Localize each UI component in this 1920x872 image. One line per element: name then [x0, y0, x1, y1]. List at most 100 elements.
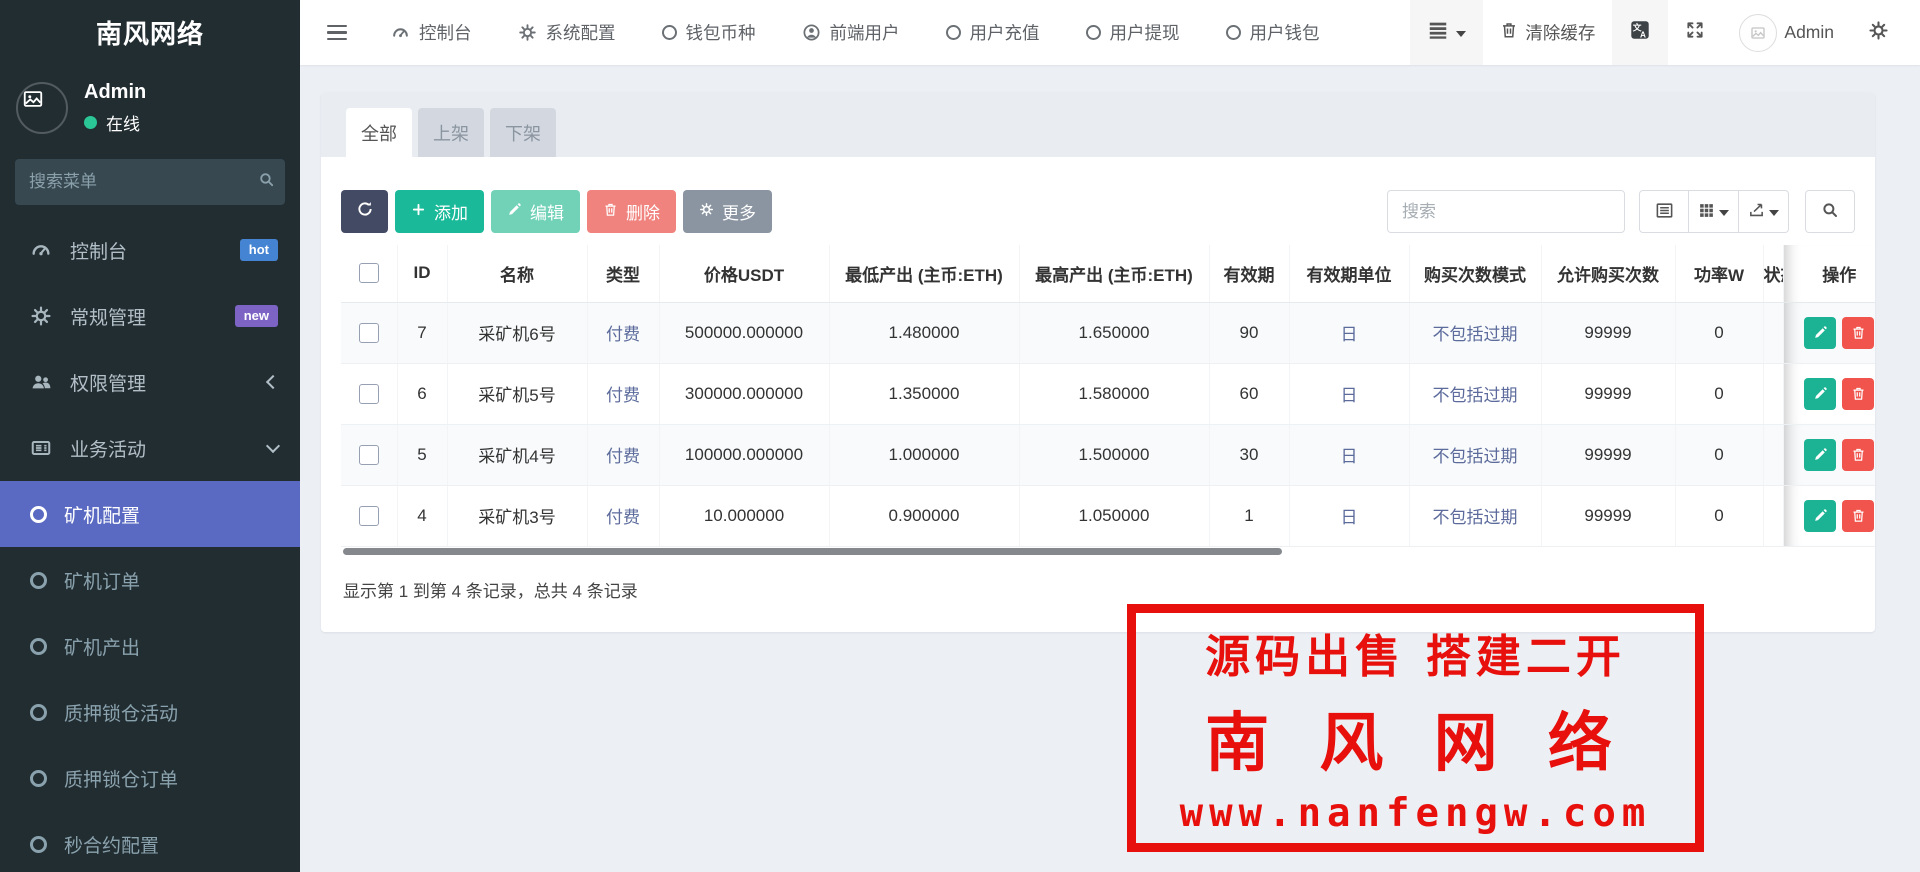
user-status: 在线	[84, 110, 146, 135]
newspaper-icon	[28, 437, 54, 459]
sidebar-item-staking-orders[interactable]: 质押锁仓订单	[0, 745, 300, 811]
edit-button[interactable]: 编辑	[491, 190, 580, 233]
row-checkbox[interactable]	[359, 384, 379, 404]
user-avatar-broken-image-icon	[16, 82, 68, 134]
editable-cell[interactable]: 日	[1289, 302, 1409, 363]
sidebar-item-dashboard[interactable]: 控制台 hot	[0, 217, 300, 283]
editable-cell[interactable]: 日	[1289, 485, 1409, 546]
select-all-checkbox[interactable]	[359, 263, 379, 283]
users-icon	[28, 371, 54, 393]
nav-link-user-deposits[interactable]: 用户充值	[923, 0, 1063, 65]
row-checkbox[interactable]	[359, 445, 379, 465]
row-checkbox-cell	[341, 485, 397, 546]
detail-view-button[interactable]	[1639, 190, 1689, 233]
search-button[interactable]	[1805, 190, 1855, 233]
column-header: 名称	[447, 245, 587, 302]
fullscreen-button[interactable]	[1668, 0, 1722, 65]
actions-cell	[1783, 302, 1875, 363]
actions-cell	[1783, 424, 1875, 485]
nav-link-user-wallets[interactable]: 用户钱包	[1203, 0, 1343, 65]
nav-link-wallet-coins[interactable]: 钱包币种	[639, 0, 779, 65]
circle-icon	[30, 836, 47, 853]
table-row: 5采矿机4号付费100000.0000001.0000001.50000030日…	[341, 424, 1875, 485]
cell: 1.000000	[829, 424, 1019, 485]
editable-cell[interactable]: 不包括过期	[1409, 485, 1541, 546]
clear-cache-button[interactable]: 清除缓存	[1483, 0, 1612, 65]
nav-link-user-withdrawals[interactable]: 用户提现	[1063, 0, 1203, 65]
table-search-input[interactable]	[1387, 190, 1625, 233]
nav-link-system-config[interactable]: 系统配置	[495, 0, 639, 65]
edit-row-button[interactable]	[1804, 500, 1836, 532]
tab-all[interactable]: 全部	[346, 108, 412, 157]
row-checkbox-cell	[341, 424, 397, 485]
cell: 1.500000	[1019, 424, 1209, 485]
cell: 1.650000	[1019, 302, 1209, 363]
refresh-icon	[356, 200, 374, 223]
user-menu[interactable]: Admin	[1722, 0, 1851, 65]
delete-row-button[interactable]	[1842, 378, 1874, 410]
delete-row-button[interactable]	[1842, 317, 1874, 349]
tab-strip: 全部 上架 下架	[321, 92, 1875, 157]
gears-icon	[1868, 20, 1889, 46]
columns-button[interactable]	[1689, 190, 1739, 233]
cell: 99999	[1541, 424, 1675, 485]
actions-cell	[1783, 485, 1875, 546]
row-checkbox[interactable]	[359, 323, 379, 343]
edit-row-button[interactable]	[1804, 378, 1836, 410]
editable-cell[interactable]: 不包括过期	[1409, 363, 1541, 424]
tab-online[interactable]: 上架	[418, 108, 484, 157]
table-header-row: ID名称类型价格USDT最低产出 (主币:ETH)最高产出 (主币:ETH)有效…	[341, 245, 1875, 302]
row-checkbox[interactable]	[359, 506, 379, 526]
add-button[interactable]: 添加	[395, 190, 484, 233]
circle-icon	[662, 25, 677, 40]
delete-button[interactable]: 删除	[587, 190, 676, 233]
editable-cell[interactable]: 不包括过期	[1409, 302, 1541, 363]
editable-cell[interactable]: 付费	[587, 302, 659, 363]
sidebar-item-business[interactable]: 业务活动	[0, 415, 300, 481]
table-row: 6采矿机5号付费300000.0000001.3500001.58000060日…	[341, 363, 1875, 424]
editable-cell[interactable]: 不包括过期	[1409, 424, 1541, 485]
username: Admin	[1784, 22, 1834, 43]
settings-button[interactable]	[1851, 0, 1906, 65]
sidebar-item-miner-orders[interactable]: 矿机订单	[0, 547, 300, 613]
status-cell-clipped	[1763, 424, 1783, 485]
export-button[interactable]	[1739, 190, 1789, 233]
pencil-icon	[507, 202, 522, 222]
cell: 0	[1675, 424, 1763, 485]
editable-cell[interactable]: 日	[1289, 363, 1409, 424]
cell: 10.000000	[659, 485, 829, 546]
editable-cell[interactable]: 日	[1289, 424, 1409, 485]
circle-icon	[946, 25, 961, 40]
editable-cell[interactable]: 付费	[587, 485, 659, 546]
tab-offline[interactable]: 下架	[490, 108, 556, 157]
gauge-icon	[391, 23, 410, 42]
edit-row-button[interactable]	[1804, 317, 1836, 349]
editable-cell[interactable]: 付费	[587, 424, 659, 485]
gauge-icon	[28, 239, 54, 261]
list-dropdown-button[interactable]	[1410, 0, 1483, 65]
sidebar-item-general[interactable]: 常规管理 new	[0, 283, 300, 349]
search-icon[interactable]	[258, 171, 275, 193]
edit-row-button[interactable]	[1804, 439, 1836, 471]
nav-link-dashboard[interactable]: 控制台	[368, 0, 495, 65]
cell: 60	[1209, 363, 1289, 424]
cell: 采矿机3号	[447, 485, 587, 546]
sidebar-item-miner-config[interactable]: 矿机配置	[0, 481, 300, 547]
hamburger-menu-icon[interactable]	[306, 0, 368, 65]
language-button[interactable]	[1612, 0, 1668, 65]
delete-row-button[interactable]	[1842, 439, 1874, 471]
editable-cell[interactable]: 付费	[587, 363, 659, 424]
actions-cell	[1783, 363, 1875, 424]
trash-icon	[1851, 447, 1866, 462]
cell: 300000.000000	[659, 363, 829, 424]
sidebar-item-miner-output[interactable]: 矿机产出	[0, 613, 300, 679]
delete-row-button[interactable]	[1842, 500, 1874, 532]
refresh-button[interactable]	[341, 190, 388, 233]
sidebar-item-permissions[interactable]: 权限管理	[0, 349, 300, 415]
more-button[interactable]: 更多	[683, 190, 772, 233]
nav-link-frontend-users[interactable]: 前端用户	[779, 0, 923, 65]
sidebar-item-seconds-contract[interactable]: 秒合约配置	[0, 811, 300, 872]
sidebar-item-staking-activity[interactable]: 质押锁仓活动	[0, 679, 300, 745]
sidebar-search-input[interactable]	[29, 172, 250, 192]
scrollbar-thumb[interactable]	[343, 548, 1282, 555]
